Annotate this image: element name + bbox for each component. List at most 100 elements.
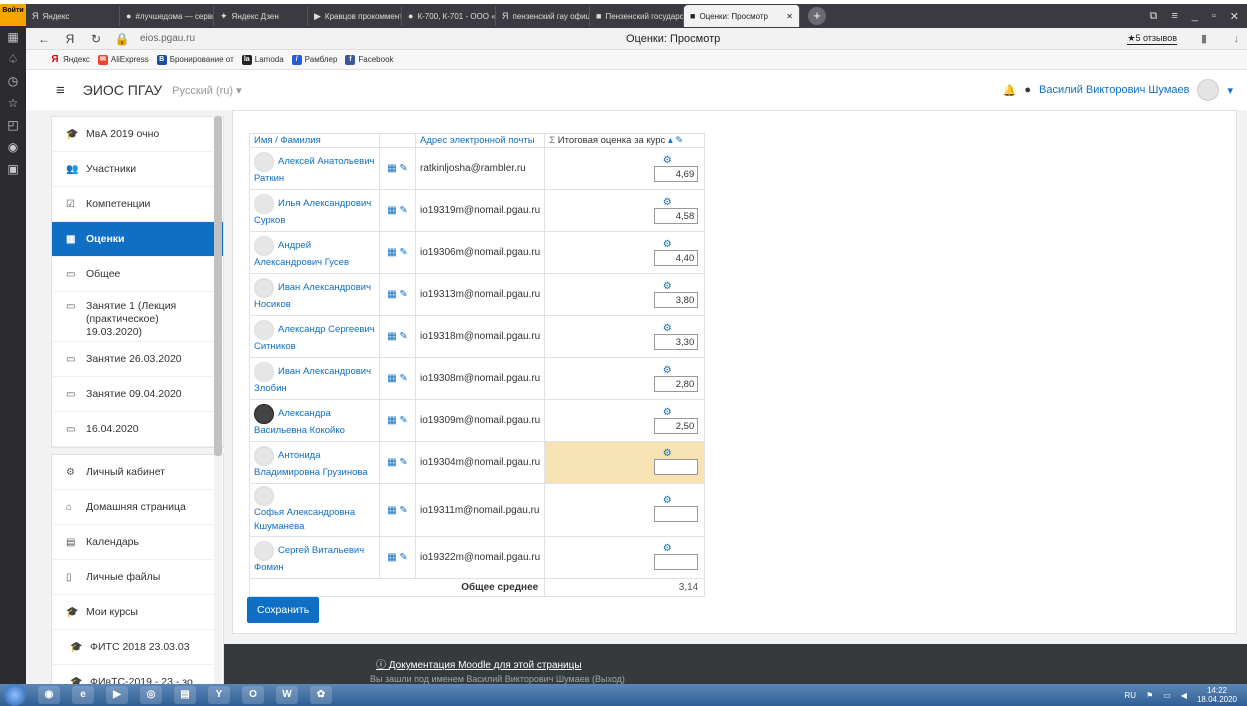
clock-icon[interactable]: ◷ [0,70,26,92]
minimize-icon[interactable]: _ [1192,10,1198,23]
col-name-header[interactable]: Имя / Фамилия [249,133,380,148]
gear-icon[interactable]: ⚙ [660,197,674,208]
network-icon[interactable]: ▭ [1163,691,1171,700]
grade-input[interactable]: 4,40 [654,250,699,266]
gear-icon[interactable]: ⚙ [660,365,674,376]
flag-icon[interactable]: ⚑ [1146,691,1153,700]
edit-icon[interactable]: ✎ [675,135,683,146]
drawer-item-course[interactable]: ▦ Оценки [52,222,223,257]
student-name[interactable]: Сергей Витальевич Фомин [254,540,375,575]
edit-pencil-icon[interactable]: ✎ [399,505,407,516]
grade-table-icon[interactable]: ▦ [387,415,399,426]
drawer-item-nav[interactable]: ▤ Календарь [52,525,223,560]
edit-pencil-icon[interactable]: ✎ [399,373,407,384]
volume-icon[interactable]: ◀ [1181,691,1187,700]
student-name[interactable]: Софья Александровна Кшуманева [254,486,375,534]
close-tab-icon[interactable]: ✕ [786,12,793,21]
drawer-item-nav[interactable]: ▯ Личные файлы [52,560,223,595]
url-field[interactable]: eios.pgau.ru [140,33,195,44]
col-email-header[interactable]: Адрес электронной почты [414,133,546,148]
grade-table-icon[interactable]: ▦ [387,247,399,258]
user-name[interactable]: Василий Викторович Шумаев [1039,84,1189,96]
messages-icon[interactable]: ● [1024,84,1031,96]
drawer-item-course[interactable]: ▭ Общее [52,257,223,292]
browser-tab[interactable]: ▶Кравцов прокомментир [308,6,402,26]
browser-tab[interactable]: Япензенский гау официал [496,6,590,26]
drawer-item-mycourse[interactable]: 🎓 ФИТС 2018 23.03.03 [52,630,223,665]
opera-icon[interactable]: O [242,686,264,704]
reviews-link[interactable]: ★5 отзывов [1127,33,1177,45]
play-icon[interactable]: ◉ [0,136,26,158]
paint-icon[interactable]: ✿ [310,686,332,704]
browser-tab[interactable]: ✦ Яндекс Дзен [214,6,308,26]
gear-icon[interactable]: ⚙ [660,448,674,459]
alice-icon[interactable]: ◉ [38,686,60,704]
grade-table-icon[interactable]: ▦ [387,331,399,342]
grade-input[interactable]: 3,80 [654,292,699,308]
browser-tab[interactable]: Я Яндекс [26,6,120,26]
edit-pencil-icon[interactable]: ✎ [399,163,407,174]
browser-tab[interactable]: ●#лучшедома — сервисы [120,6,214,26]
browser-tab[interactable]: ■Пензенский государствен [590,6,684,26]
collections-icon[interactable]: ◰ [0,114,26,136]
tabs-icon[interactable]: ⧉ [1149,10,1157,23]
grade-input[interactable]: 2,50 [654,418,699,434]
bell-icon[interactable]: ♤ [0,48,26,70]
drawer-scrollbar[interactable] [214,116,222,684]
menu-icon[interactable]: ≡ [1171,10,1177,23]
drawer-item-course[interactable]: 👥 Участники [52,152,223,187]
drawer-item-topic[interactable]: ▭ Занятие 09.04.2020 [52,377,223,412]
back-icon[interactable]: ← [36,32,52,46]
clock[interactable]: 14:22 18.04.2020 [1197,686,1237,704]
gear-icon[interactable]: ⚙ [660,281,674,292]
browser-tab[interactable]: ●К-700, К-701 - ООО «ЭЛ [402,6,496,26]
login-button[interactable]: Войти [0,4,26,26]
save-button[interactable]: Сохранить [247,597,320,623]
edit-pencil-icon[interactable]: ✎ [399,457,407,468]
site-name[interactable]: ЭИОС ПГАУ [83,82,162,98]
drawer-item-topic[interactable]: ▭ 16.04.2020 [52,412,223,447]
gear-icon[interactable]: ⚙ [660,407,674,418]
gear-icon[interactable]: ⚙ [660,323,674,334]
edit-pencil-icon[interactable]: ✎ [399,415,407,426]
student-name[interactable]: Иван Александрович Носиков [254,277,375,312]
drawer-item-topic[interactable]: ▭ Занятие 26.03.2020 [52,342,223,377]
col-grade-header[interactable]: Σ Итоговая оценка за курс ▴ ✎ [544,133,706,148]
chrome-icon[interactable]: ◎ [140,686,162,704]
caret-down-icon[interactable]: ▾ [1227,84,1233,97]
new-tab-button[interactable]: + [808,7,826,25]
reload-icon[interactable]: ↻ [88,32,104,46]
grade-table-icon[interactable]: ▦ [387,552,399,563]
avatar[interactable] [1197,79,1220,101]
start-button[interactable] [4,684,26,706]
ie-icon[interactable]: e [72,686,94,704]
edit-pencil-icon[interactable]: ✎ [399,205,407,216]
drawer-item-nav[interactable]: 🎓 Мои курсы [52,595,223,630]
gear-icon[interactable]: ⚙ [660,239,674,250]
download-icon[interactable]: ↓ [1234,33,1240,45]
grade-input[interactable] [654,458,699,475]
drawer-item-nav[interactable]: ⚙ Личный кабинет [52,455,223,490]
edit-pencil-icon[interactable]: ✎ [399,331,407,342]
media-icon[interactable]: ▶ [106,686,128,704]
gear-icon[interactable]: ⚙ [660,495,674,506]
bookmark-aliexpress[interactable]: ✉ AliExpress [97,54,149,65]
explorer-icon[interactable]: ▤ [174,686,196,704]
language-menu[interactable]: Русский (ru) ▾ [172,84,242,97]
bookmark-facebook[interactable]: f Facebook [345,54,394,65]
bookmark-yandex[interactable]: Я Яндекс [50,54,90,65]
grade-table-icon[interactable]: ▦ [387,205,399,216]
yandex-icon[interactable]: Я [62,32,78,46]
language-indicator[interactable]: RU [1125,691,1137,700]
word-icon[interactable]: W [276,686,298,704]
student-name[interactable]: Андрей Александрович Гусев [254,235,375,270]
bookmark-lamoda[interactable]: la Lamoda [241,54,284,65]
star-icon[interactable]: ☆ [0,92,26,114]
grade-input[interactable] [654,506,699,522]
student-name[interactable]: Илья Александрович Сурков [254,193,375,228]
drawer-item-topic1[interactable]: ▭ Занятие 1 (Лекция (практическое) 19.03… [52,292,223,342]
student-name[interactable]: Алексей Анатольевич Раткин [254,151,375,186]
edit-pencil-icon[interactable]: ✎ [399,552,407,563]
student-name[interactable]: Александра Васильевна Кокойко [254,403,375,438]
grade-input[interactable]: 4,69 [654,166,699,182]
